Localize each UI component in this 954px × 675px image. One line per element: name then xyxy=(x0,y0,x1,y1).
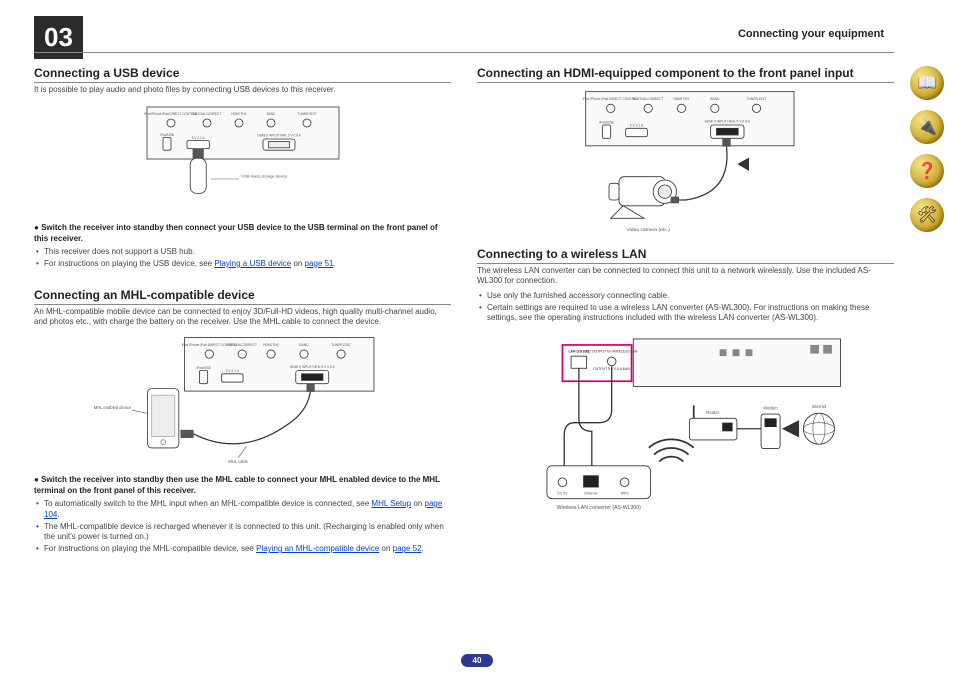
bullets-usb: This receiver does not support a USB hub… xyxy=(34,247,451,270)
list-item: The MHL-compatible device is recharged w… xyxy=(34,522,451,544)
svg-text:HDMI 5 INPUT/ MHL 5 V 0.9 A: HDMI 5 INPUT/ MHL 5 V 0.9 A xyxy=(704,119,750,123)
svg-text:Internet: Internet xyxy=(812,404,827,409)
link-page-52[interactable]: page 52 xyxy=(393,544,422,553)
section-usb: Connecting a USB device It is possible t… xyxy=(34,66,451,278)
svg-text:TUNER EDIT: TUNER EDIT xyxy=(746,97,766,101)
link-page-51[interactable]: page 51 xyxy=(305,259,334,268)
svg-text:HDMI 5 INPUT/ MHL 5 V 0.9 A: HDMI 5 INPUT/ MHL 5 V 0.9 A xyxy=(257,134,301,138)
settings-icon[interactable]: 🛠 xyxy=(910,198,944,232)
intro-usb: It is possible to play audio and photo f… xyxy=(34,85,451,95)
link-playing-mhl[interactable]: Playing an MHL-compatible device xyxy=(256,544,379,553)
svg-text:HDMI 5 INPUT/ MHL 5 V 0.9 A: HDMI 5 INPUT/ MHL 5 V 0.9 A xyxy=(290,365,336,369)
note-usb: ● Switch the receiver into standby then … xyxy=(34,223,451,245)
bullets-wlan: Use only the furnished accessory connect… xyxy=(477,291,894,324)
svg-text:DC OUTPUT for WIRELESS LAN: DC OUTPUT for WIRELESS LAN xyxy=(586,350,638,354)
list-item: For instructions on playing the USB devi… xyxy=(34,259,451,270)
svg-text:AUTO/ALC/DIRECT: AUTO/ALC/DIRECT xyxy=(228,343,257,347)
diagram-hdmi: iPod iPhone iPad DIRECT CONTROL AUTO/ALC… xyxy=(477,85,894,235)
diagram-usb: iPod iPhone iPad DIRECT CONTROL AUTO/ALC… xyxy=(34,99,451,219)
right-column: Connecting an HDMI-equipped component to… xyxy=(477,66,894,645)
svg-text:TUNER EDIT: TUNER EDIT xyxy=(331,343,351,347)
sidebar: 📖 🔌 ❓ 🛠 xyxy=(910,66,944,232)
svg-text:BAND: BAND xyxy=(710,97,720,101)
svg-text:Modem: Modem xyxy=(764,406,779,411)
section-mhl: Connecting an MHL-compatible device An M… xyxy=(34,288,451,563)
list-item: To automatically switch to the MHL input… xyxy=(34,499,451,521)
svg-text:5 V 2.1 A: 5 V 2.1 A xyxy=(630,124,644,128)
svg-text:iPod/USB: iPod/USB xyxy=(197,366,212,370)
list-item: Certain settings are required to use a w… xyxy=(477,303,894,325)
diagram-mhl: iPod iPhone iPad DIRECT CONTROL AUTO/ALC… xyxy=(34,331,451,471)
svg-text:Ethernet: Ethernet xyxy=(585,492,598,496)
svg-text:HDMI THX: HDMI THX xyxy=(231,112,247,116)
heading-usb: Connecting a USB device xyxy=(34,66,451,83)
svg-text:AUTO/ALC/DIRECT: AUTO/ALC/DIRECT xyxy=(633,97,663,101)
diagram-wlan: LAN (10/100) DC OUTPUT for WIRELESS LAN … xyxy=(477,332,894,522)
svg-text:BAND: BAND xyxy=(300,343,310,347)
heading-hdmi: Connecting an HDMI-equipped component to… xyxy=(477,66,894,83)
svg-text:USB mass storage device: USB mass storage device xyxy=(241,174,288,179)
svg-text:iPod/USB: iPod/USB xyxy=(160,133,174,137)
chapter-title: Connecting your equipment xyxy=(738,28,884,40)
svg-text:Video camera (etc.): Video camera (etc.) xyxy=(626,227,670,233)
left-column: Connecting a USB device It is possible t… xyxy=(34,66,451,645)
svg-text:TUNER EDIT: TUNER EDIT xyxy=(297,112,316,116)
help-icon[interactable]: ❓ xyxy=(910,154,944,188)
note-mhl: ● Switch the receiver into standby then … xyxy=(34,475,451,497)
heading-mhl: Connecting an MHL-compatible device xyxy=(34,288,451,305)
section-wlan: Connecting to a wireless LAN The wireles… xyxy=(477,247,894,524)
svg-text:5 V 2.1 A: 5 V 2.1 A xyxy=(191,136,205,140)
link-playing-usb[interactable]: Playing a USB device xyxy=(214,259,291,268)
svg-text:Wireless LAN converter (AS-WL3: Wireless LAN converter (AS-WL300) xyxy=(557,505,641,511)
book-icon[interactable]: 📖 xyxy=(910,66,944,100)
page-number: 40 xyxy=(0,654,954,667)
svg-text:iPod iPhone iPad DIRECT CONTRO: iPod iPhone iPad DIRECT CONTROL xyxy=(583,97,639,101)
intro-mhl: An MHL-compatible mobile device can be c… xyxy=(34,307,451,328)
equipment-icon[interactable]: 🔌 xyxy=(910,110,944,144)
svg-text:Router: Router xyxy=(707,410,720,415)
link-mhl-setup[interactable]: MHL Setup xyxy=(371,499,411,508)
list-item: For instructions on playing the MHL-comp… xyxy=(34,544,451,555)
svg-text:5 V 2.1 A: 5 V 2.1 A xyxy=(226,370,240,374)
svg-text:iPod iPhone iPad DIRECT CONTRO: iPod iPhone iPad DIRECT CONTROL xyxy=(144,112,198,116)
list-item: Use only the furnished accessory connect… xyxy=(477,291,894,302)
svg-text:HDMI THX: HDMI THX xyxy=(673,97,690,101)
svg-text:MHL cable: MHL cable xyxy=(229,459,249,464)
divider xyxy=(34,52,894,53)
bullets-mhl: To automatically switch to the MHL input… xyxy=(34,499,451,555)
intro-wlan: The wireless LAN converter can be connec… xyxy=(477,266,894,287)
list-item: This receiver does not support a USB hub… xyxy=(34,247,451,258)
heading-wlan: Connecting to a wireless LAN xyxy=(477,247,894,264)
svg-text:iPod/USB: iPod/USB xyxy=(599,120,614,124)
svg-text:HDMI THX: HDMI THX xyxy=(263,343,280,347)
section-hdmi: Connecting an HDMI-equipped component to… xyxy=(477,66,894,237)
svg-text:AUTO/ALC/DIRECT: AUTO/ALC/DIRECT xyxy=(192,112,221,116)
svg-text:BAND: BAND xyxy=(266,112,276,116)
svg-text:WPS: WPS xyxy=(621,492,630,496)
svg-text:MHL enabled device: MHL enabled device xyxy=(94,406,132,411)
svg-text:DC 5V: DC 5V xyxy=(558,492,569,496)
